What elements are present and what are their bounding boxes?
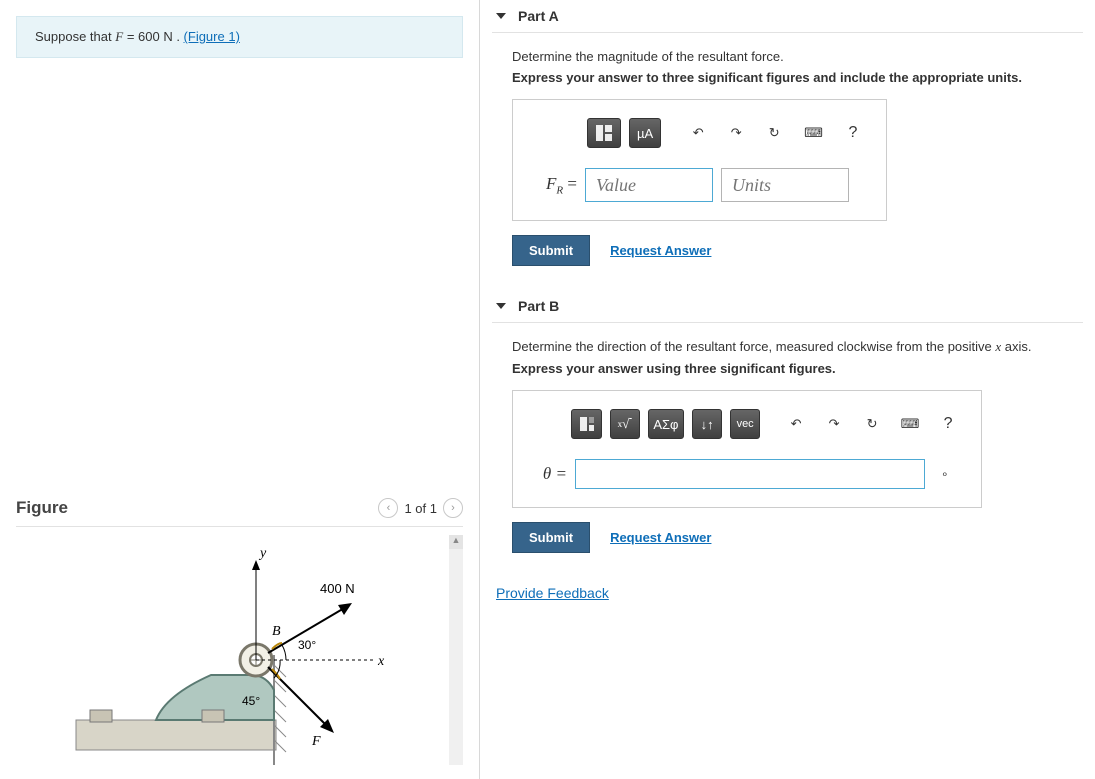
part-a-input-panel: µA ↶ ↷ ↻ ⌨ ? FR = (512, 99, 887, 221)
scrollbar-up-button[interactable]: ▲ (449, 535, 463, 549)
left-column: Suppose that F = 600 N . (Figure 1) Figu… (0, 0, 480, 779)
subsup-button[interactable]: ↓↑ (692, 409, 722, 439)
figure-pager: ‹ 1 of 1 › (378, 498, 463, 518)
redo-button[interactable]: ↷ (721, 118, 751, 148)
help-button[interactable]: ? (838, 118, 868, 148)
undo-button[interactable]: ↶ (781, 409, 811, 439)
part-b-submit-button[interactable]: Submit (512, 522, 590, 553)
vector-F-label: F (311, 734, 321, 749)
units-button[interactable]: µA (629, 118, 661, 148)
part-a-equation-row: FR = (531, 168, 868, 202)
degree-unit: ∘ (941, 467, 949, 481)
part-a-prompt: Determine the magnitude of the resultant… (512, 49, 1063, 64)
part-a-body: Determine the magnitude of the resultant… (492, 49, 1083, 290)
templates-button[interactable] (587, 118, 621, 148)
equals-text: = 600 N . (127, 29, 184, 44)
right-column: Part A Determine the magnitude of the re… (480, 0, 1095, 779)
problem-statement: Suppose that F = 600 N . (Figure 1) (16, 16, 463, 58)
part-b-body: Determine the direction of the resultant… (492, 339, 1083, 577)
figure-title: Figure (16, 498, 68, 518)
sqrt-button[interactable]: x√ (610, 409, 640, 439)
fr-label: FR = (531, 174, 577, 196)
pager-text: 1 of 1 (404, 501, 437, 516)
vector-button[interactable]: vec (730, 409, 760, 439)
axis-y-label: y (258, 546, 267, 561)
part-b-header[interactable]: Part B (492, 290, 1083, 323)
format-button[interactable] (571, 409, 602, 439)
caret-down-icon (496, 13, 506, 19)
part-a-title: Part A (518, 8, 559, 24)
variable-F: F (115, 29, 123, 44)
units-input[interactable] (721, 168, 849, 202)
part-a-submit-row: Submit Request Answer (512, 235, 1063, 266)
greek-button[interactable]: ΑΣφ (648, 409, 684, 439)
part-b-input-panel: x√ ΑΣφ ↓↑ vec ↶ ↷ ↻ ⌨ ? θ = ∘ (512, 390, 982, 508)
part-b-title: Part B (518, 298, 559, 314)
part-a-toolbar: µA ↶ ↷ ↻ ⌨ ? (587, 118, 868, 148)
part-a-request-answer-link[interactable]: Request Answer (610, 243, 711, 258)
keyboard-button[interactable]: ⌨ (895, 409, 925, 439)
help-button[interactable]: ? (933, 409, 963, 439)
reset-button[interactable]: ↻ (857, 409, 887, 439)
figure-diagram: y x B 400 N 30° 45° F (16, 535, 386, 765)
part-b-request-answer-link[interactable]: Request Answer (610, 530, 711, 545)
force-400-label: 400 N (320, 581, 355, 596)
angle-45-label: 45° (242, 694, 260, 708)
theta-label: θ = (531, 464, 567, 484)
theta-input[interactable] (575, 459, 925, 489)
figure-body: ▲ (16, 535, 463, 765)
undo-button[interactable]: ↶ (683, 118, 713, 148)
provide-feedback-link[interactable]: Provide Feedback (496, 585, 609, 601)
value-input[interactable] (585, 168, 713, 202)
reset-button[interactable]: ↻ (759, 118, 789, 148)
diagram-svg: y x B 400 N 30° 45° F (16, 535, 386, 765)
part-a-header[interactable]: Part A (492, 0, 1083, 33)
suppose-text: Suppose that (35, 29, 115, 44)
part-b-equation-row: θ = ∘ (531, 459, 963, 489)
part-b-hint: Express your answer using three signific… (512, 361, 1063, 376)
vector-B-label: B (272, 624, 281, 639)
part-a-hint: Express your answer to three significant… (512, 70, 1063, 85)
figure-link[interactable]: (Figure 1) (184, 29, 240, 44)
pager-next-button[interactable]: › (443, 498, 463, 518)
part-a-submit-button[interactable]: Submit (512, 235, 590, 266)
angle-30-label: 30° (298, 638, 316, 652)
axis-x-label: x (377, 654, 385, 669)
part-b-submit-row: Submit Request Answer (512, 522, 1063, 553)
part-b-prompt: Determine the direction of the resultant… (512, 339, 1063, 355)
figure-header: Figure ‹ 1 of 1 › (16, 498, 463, 527)
part-b-toolbar: x√ ΑΣφ ↓↑ vec ↶ ↷ ↻ ⌨ ? (571, 409, 963, 439)
pager-prev-button[interactable]: ‹ (378, 498, 398, 518)
caret-down-icon (496, 303, 506, 309)
keyboard-button[interactable]: ⌨ (797, 118, 830, 148)
redo-button[interactable]: ↷ (819, 409, 849, 439)
